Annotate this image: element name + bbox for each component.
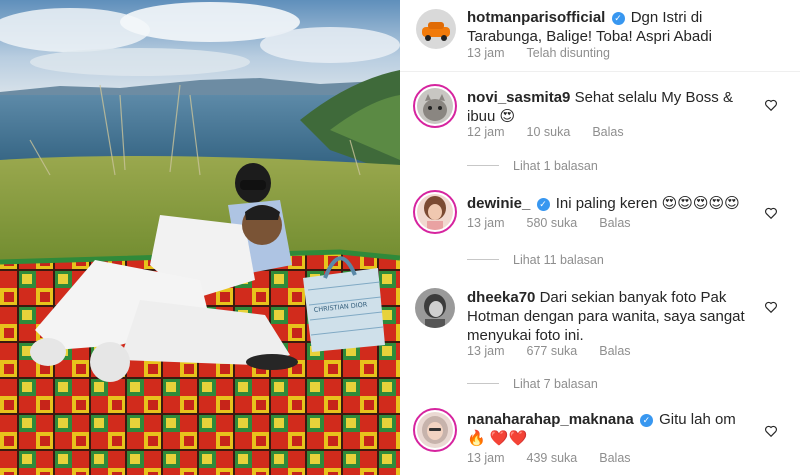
- cat-avatar-image: [417, 88, 453, 124]
- comment-text: dewinie_ ✓ Ini paling keren 😍😍😍😍😍: [467, 194, 752, 213]
- heart-outline-icon[interactable]: [764, 424, 778, 438]
- comment-text: dheeka70 Dari sekian banyak foto Pak Hot…: [467, 288, 752, 345]
- comment-item: novi_sasmita9 Sehat selalu My Boss & ibu…: [400, 74, 800, 184]
- comment-likes[interactable]: 439 suka: [527, 451, 578, 465]
- replies-divider: [467, 259, 499, 260]
- hijab-avatar-image: [417, 412, 453, 448]
- view-replies-label: Lihat 11 balasan: [513, 253, 604, 267]
- comment-meta: 13 jam 439 suka Balas: [467, 451, 653, 465]
- comments-panel: hotmanparisofficial ✓ Dgn Istri di Tarab…: [400, 0, 800, 475]
- post-author-avatar[interactable]: [416, 9, 456, 49]
- comment-meta: 13 jam 580 suka Balas: [467, 216, 653, 230]
- comment-time[interactable]: 13 jam: [467, 216, 505, 230]
- comment-body: Ini paling keren 😍😍😍😍😍: [555, 195, 740, 212]
- comment-time[interactable]: 13 jam: [467, 344, 505, 358]
- verified-badge-icon: ✓: [611, 12, 625, 25]
- comment-username[interactable]: dewinie_: [467, 195, 530, 212]
- comment-avatar[interactable]: [413, 84, 457, 128]
- post-photo-image: CHRISTIAN DIOR: [0, 0, 400, 475]
- comment-item: dheeka70 Dari sekian banyak foto Pak Hot…: [400, 280, 800, 398]
- verified-badge-icon: ✓: [639, 414, 653, 427]
- caption-time[interactable]: 13 jam: [467, 46, 505, 60]
- post-photo[interactable]: CHRISTIAN DIOR: [0, 0, 400, 475]
- replies-divider: [467, 383, 499, 384]
- comment-item: dewinie_ ✓ Ini paling keren 😍😍😍😍😍 13 jam…: [400, 182, 800, 282]
- comment-username[interactable]: dheeka70: [467, 289, 535, 306]
- comment-likes[interactable]: 10 suka: [527, 125, 571, 139]
- comment-likes[interactable]: 580 suka: [527, 216, 578, 230]
- caption-text: hotmanparisofficial ✓ Dgn Istri di Tarab…: [467, 8, 780, 46]
- bw-portrait-avatar-image: [415, 288, 455, 328]
- comment-avatar[interactable]: [415, 288, 455, 328]
- reply-button[interactable]: Balas: [599, 451, 630, 465]
- post-author-username[interactable]: hotmanparisofficial: [467, 9, 605, 26]
- comment-item: nanaharahap_maknana ✓ Gitu lah om 🔥 ❤️❤️…: [400, 398, 800, 475]
- heart-outline-icon[interactable]: [764, 300, 778, 314]
- comment-avatar[interactable]: [413, 190, 457, 234]
- caption-edited: Telah disunting: [526, 46, 610, 60]
- reply-button[interactable]: Balas: [592, 125, 623, 139]
- view-replies-button[interactable]: Lihat 7 balasan: [467, 377, 598, 391]
- reply-button[interactable]: Balas: [599, 344, 630, 358]
- heart-outline-icon[interactable]: [764, 98, 778, 112]
- comment-meta: 13 jam 677 suka Balas: [467, 344, 653, 358]
- comment-username[interactable]: novi_sasmita9: [467, 89, 570, 106]
- view-replies-label: Lihat 7 balasan: [513, 377, 598, 391]
- post-caption: hotmanparisofficial ✓ Dgn Istri di Tarab…: [400, 0, 800, 72]
- heart-outline-icon[interactable]: [764, 206, 778, 220]
- comment-time[interactable]: 12 jam: [467, 125, 505, 139]
- replies-divider: [467, 165, 499, 166]
- comment-meta: 12 jam 10 suka Balas: [467, 125, 646, 139]
- comment-username[interactable]: nanaharahap_maknana: [467, 411, 634, 428]
- comment-avatar[interactable]: [413, 408, 457, 452]
- reply-button[interactable]: Balas: [599, 216, 630, 230]
- comment-text: novi_sasmita9 Sehat selalu My Boss & ibu…: [467, 88, 752, 126]
- view-replies-button[interactable]: Lihat 1 balasan: [467, 159, 598, 173]
- comment-text: nanaharahap_maknana ✓ Gitu lah om 🔥 ❤️❤️: [467, 410, 752, 448]
- comment-likes[interactable]: 677 suka: [527, 344, 578, 358]
- woman-avatar-image: [417, 194, 453, 230]
- car-avatar-image: [416, 9, 456, 49]
- comment-time[interactable]: 13 jam: [467, 451, 505, 465]
- caption-meta: 13 jam Telah disunting: [467, 46, 632, 60]
- view-replies-label: Lihat 1 balasan: [513, 159, 598, 173]
- view-replies-button[interactable]: Lihat 11 balasan: [467, 253, 604, 267]
- verified-badge-icon: ✓: [536, 198, 550, 211]
